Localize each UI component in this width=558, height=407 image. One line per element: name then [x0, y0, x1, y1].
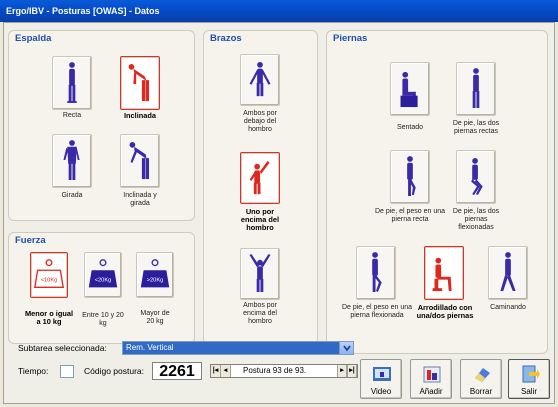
- standing-knees-bent-icon: [471, 158, 483, 196]
- piernas-dos-flexionadas-tile[interactable]: [456, 150, 496, 204]
- subtarea-select[interactable]: Rem. Vertical: [122, 341, 354, 355]
- window-titlebar: Ergo/IBV - Posturas [OWAS] - Datos: [0, 0, 558, 22]
- espalda-recta-tile[interactable]: [52, 56, 92, 110]
- brazos-uno-encima-label: Uno por encima del hombro: [240, 207, 280, 232]
- espalda-girada-label: Girada: [61, 192, 83, 199]
- piernas-arrodillado-label: Arrodillado con una/dos piernas: [416, 303, 474, 320]
- salir-button-label: Salir: [520, 387, 537, 396]
- subtarea-label: Subtarea seleccionada:: [18, 343, 107, 353]
- piernas-una-flexionada-tile[interactable]: [356, 246, 396, 300]
- twisted-torso-icon: [63, 140, 80, 180]
- brazos-debajo-label: Ambos por debajo del hombro: [243, 110, 277, 133]
- record-position-text: Postura 93 de 93.: [243, 366, 307, 375]
- fuerza-mayor-20-tile[interactable]: >20Kg: [136, 252, 174, 298]
- subtarea-selected-value: Rem. Vertical: [123, 342, 340, 354]
- next-record-button[interactable]: ▸: [337, 365, 347, 377]
- piernas-arrodillado-tile[interactable]: [424, 246, 464, 300]
- espalda-inclinada-girada-tile[interactable]: [120, 134, 160, 188]
- standing-legs-straight-icon: [472, 68, 480, 108]
- borrar-button-label: Borrar: [469, 387, 493, 396]
- tiempo-label: Tiempo:: [18, 366, 49, 376]
- fuerza-title: Fuerza: [15, 235, 46, 246]
- espalda-girada-tile[interactable]: [52, 134, 92, 188]
- espalda-inclinada-girada-label: Inclinada y girada: [123, 192, 157, 207]
- fuerza-10-20-tile[interactable]: <20Kg: [84, 252, 122, 298]
- anadir-button-label: Añadir: [419, 387, 443, 396]
- piernas-dos-rectas-label: De pie, las dos piernas rectas: [452, 120, 500, 135]
- piernas-una-flexionada-label: De pie, el peso en una pierna flexionada: [341, 304, 413, 319]
- espalda-title: Espalda: [15, 33, 52, 44]
- weight-medium-icon: <20Kg: [88, 259, 118, 288]
- kneeling-icon: [432, 257, 452, 292]
- record-navigator: |◂ ◂ Postura 93 de 93. ▸ ▸|: [210, 364, 358, 378]
- fuerza-menor-10-label: Menor o igual a 10 kg: [24, 309, 74, 326]
- standing-one-knee-bent-icon: [372, 252, 382, 292]
- codigo-postura-label: Código postura:: [84, 366, 145, 376]
- bent-twisted-icon: [129, 142, 150, 180]
- piernas-una-recta-label: De pie, el peso en una pierna recta: [374, 208, 446, 223]
- video-button[interactable]: Video: [360, 359, 402, 399]
- first-record-button[interactable]: |◂: [211, 365, 221, 377]
- codigo-postura-value: 2261: [152, 362, 202, 380]
- fuerza-menor-10-tile[interactable]: <10Kg: [30, 252, 68, 298]
- exit-door-icon: [522, 365, 540, 383]
- svg-text:<10Kg: <10Kg: [41, 278, 58, 284]
- anadir-button[interactable]: Añadir: [410, 359, 452, 399]
- fuerza-10-20-label: Entre 10 y 20 kg: [82, 312, 124, 327]
- brazos-ambos-encima-label: Ambos por encima del hombro: [243, 302, 277, 325]
- fuerza-mayor-20-label: Mayor de 20 kg: [140, 310, 170, 325]
- arms-up-icon: [249, 254, 271, 293]
- standing-upright-icon: [67, 62, 77, 103]
- weight-large-icon: >20Kg: [140, 259, 170, 288]
- brazos-debajo-tile[interactable]: [240, 54, 280, 106]
- bent-forward-icon: [128, 64, 150, 102]
- piernas-title: Piernas: [333, 33, 368, 44]
- last-record-button[interactable]: ▸|: [347, 365, 357, 377]
- borrar-button[interactable]: Borrar: [460, 359, 502, 399]
- weight-small-icon: <10Kg: [34, 259, 64, 288]
- brazos-uno-encima-tile[interactable]: [240, 152, 280, 204]
- video-icon: [373, 367, 391, 381]
- piernas-caminando-label: Caminando: [490, 304, 526, 311]
- sitting-icon: [400, 71, 418, 108]
- piernas-sentado-label: Sentado: [396, 124, 424, 131]
- espalda-inclinada-label: Inclinada: [123, 111, 157, 120]
- add-icon: [423, 366, 441, 383]
- piernas-dos-rectas-tile[interactable]: [456, 62, 496, 116]
- salir-button[interactable]: Salir: [508, 359, 550, 399]
- chevron-down-icon[interactable]: [339, 342, 353, 354]
- prev-record-button[interactable]: ◂: [221, 365, 231, 377]
- espalda-recta-label: Recta: [62, 112, 82, 119]
- piernas-una-recta-tile[interactable]: [390, 150, 430, 204]
- standing-one-leg-icon: [407, 156, 416, 196]
- brazos-ambos-encima-tile[interactable]: [240, 248, 280, 300]
- tiempo-checkbox[interactable]: [60, 365, 74, 378]
- video-button-label: Video: [370, 387, 392, 396]
- arms-down-icon: [249, 61, 271, 97]
- brazos-title: Brazos: [210, 33, 242, 44]
- piernas-caminando-tile[interactable]: [488, 246, 528, 300]
- svg-text:>20Kg: >20Kg: [147, 278, 164, 284]
- svg-text:<20Kg: <20Kg: [95, 278, 112, 284]
- one-arm-up-icon: [249, 160, 270, 195]
- walking-icon: [500, 252, 516, 292]
- eraser-icon: [475, 368, 490, 382]
- piernas-dos-flexionadas-label: De pie, las dos piernas flexionadas: [452, 208, 500, 231]
- piernas-sentado-tile[interactable]: [390, 62, 430, 116]
- espalda-inclinada-tile[interactable]: [120, 56, 160, 110]
- window-title: Ergo/IBV - Posturas [OWAS] - Datos: [6, 6, 160, 16]
